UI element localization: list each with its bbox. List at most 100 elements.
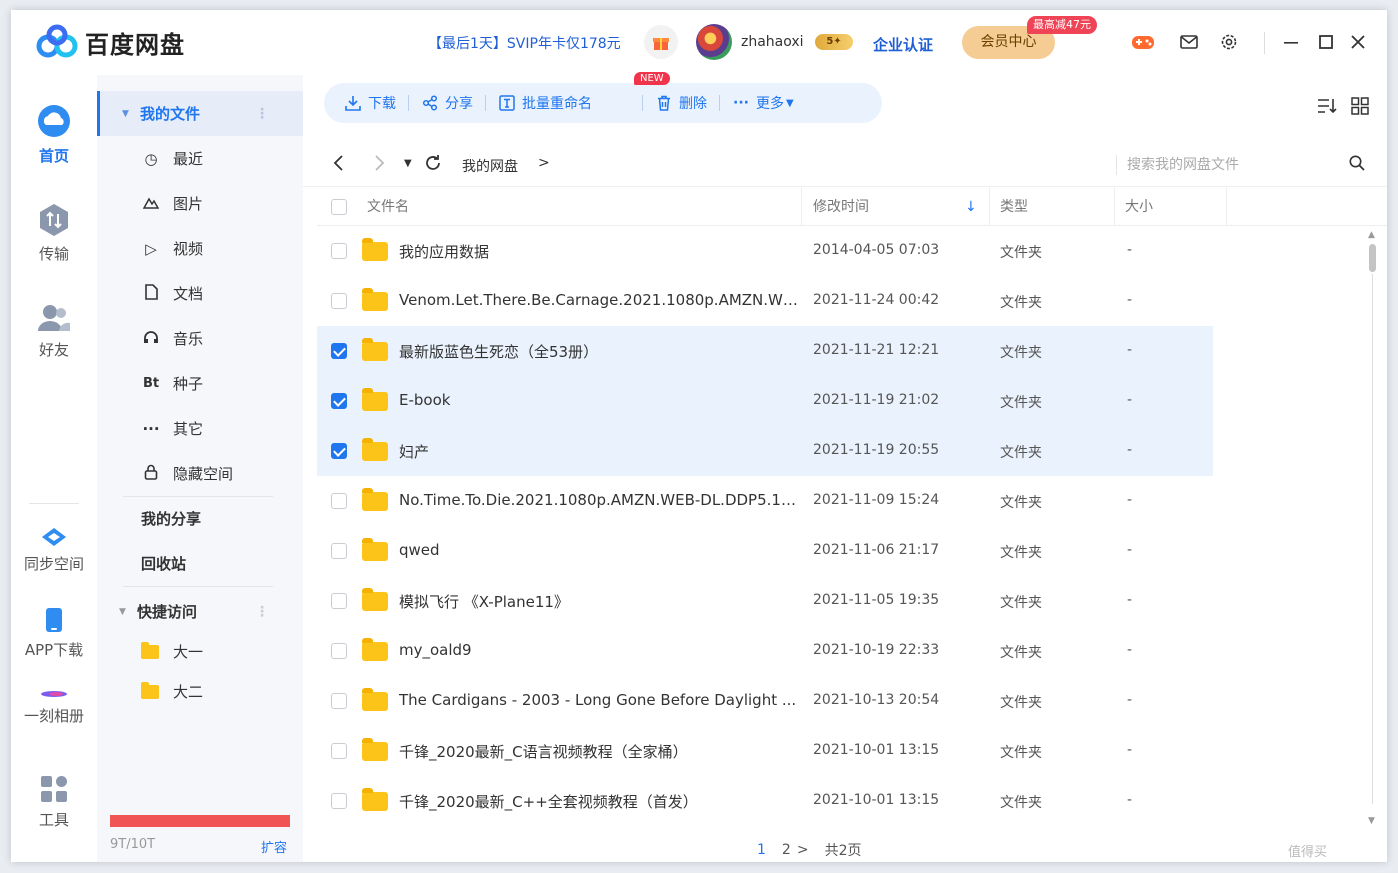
close-icon[interactable]: [1346, 30, 1370, 54]
column-divider[interactable]: [989, 188, 990, 226]
next-page-chevron-icon[interactable]: >: [797, 842, 809, 858]
row-checkbox[interactable]: [331, 793, 347, 809]
scrollbar[interactable]: ▲ ▼: [1365, 230, 1379, 826]
table-row[interactable]: 千锋_2020最新_C++全套视频教程（首发） 2021-10-01 13:15 文…: [317, 776, 1363, 826]
table-row[interactable]: 最新版蓝色生死恋（全53册） 2021-11-21 12:21 文件夹 -: [317, 326, 1213, 376]
search-input[interactable]: [1127, 152, 1337, 178]
sidebar-item-docs[interactable]: 文档: [97, 271, 303, 316]
file-name[interactable]: E-book: [399, 391, 799, 409]
sidebar-recycle-bin[interactable]: 回收站: [97, 541, 303, 586]
scroll-down-icon[interactable]: ▼: [1368, 816, 1375, 826]
page-2-link[interactable]: 2: [782, 842, 791, 858]
file-name[interactable]: No.Time.To.Die.2021.1080p.AMZN.WEB-DL.DD…: [399, 491, 799, 509]
settings-gear-icon[interactable]: [1217, 30, 1241, 54]
sidebar-quick-item[interactable]: 大一: [97, 629, 303, 674]
scroll-up-icon[interactable]: ▲: [1368, 230, 1375, 240]
column-divider[interactable]: [1226, 188, 1227, 226]
select-all-checkbox[interactable]: [331, 199, 347, 215]
sidebar-item-videos[interactable]: ▷ 视频: [97, 226, 303, 271]
forward-arrow-icon[interactable]: [373, 154, 385, 177]
sidebar-item-hidden-space[interactable]: 隐藏空间: [97, 451, 303, 496]
sidebar-quick-access[interactable]: ▼ 快捷访问 ⋮: [97, 589, 303, 634]
batch-rename-button[interactable]: 批量重命名: [498, 83, 592, 123]
file-name[interactable]: 最新版蓝色生死恋（全53册）: [399, 341, 799, 362]
header-modified[interactable]: 修改时间: [813, 188, 869, 226]
row-checkbox[interactable]: [331, 593, 347, 609]
table-row[interactable]: Venom.Let.There.Be.Carnage.2021.1080p.AM…: [317, 276, 1363, 326]
breadcrumb[interactable]: 我的网盘: [462, 156, 518, 176]
delete-button[interactable]: 删除: [655, 83, 707, 123]
row-checkbox[interactable]: [331, 493, 347, 509]
table-row[interactable]: E-book 2021-11-19 21:02 文件夹 -: [317, 376, 1213, 426]
file-name[interactable]: my_oald9: [399, 641, 799, 659]
sidebar-item-recent[interactable]: ◷ 最近: [97, 136, 303, 181]
table-row[interactable]: 模拟飞行 《X-Plane11》 2021-11-05 19:35 文件夹 -: [317, 576, 1363, 626]
table-row[interactable]: 千锋_2020最新_C语言视频教程（全家桶） 2021-10-01 13:15 文件…: [317, 726, 1363, 776]
table-row[interactable]: qwed 2021-11-06 21:17 文件夹 -: [317, 526, 1363, 576]
row-checkbox[interactable]: [331, 743, 347, 759]
sidebar-my-share[interactable]: 我的分享: [97, 496, 303, 541]
file-name[interactable]: 妇产: [399, 441, 799, 462]
header-name[interactable]: 文件名: [367, 188, 409, 226]
column-divider[interactable]: [801, 188, 802, 226]
nav-home[interactable]: 首页: [11, 103, 97, 166]
page-1-link[interactable]: 1: [757, 842, 766, 858]
row-checkbox[interactable]: [331, 243, 347, 259]
back-arrow-icon[interactable]: [333, 154, 345, 177]
sidebar-item-other[interactable]: ··· 其它: [97, 406, 303, 451]
more-button[interactable]: ··· 更多 ▼: [732, 83, 794, 123]
share-button[interactable]: 分享: [421, 83, 473, 123]
more-dots-icon[interactable]: ⋮: [255, 106, 269, 122]
nav-friends[interactable]: 好友: [11, 303, 97, 360]
table-row[interactable]: No.Time.To.Die.2021.1080p.AMZN.WEB-DL.DD…: [317, 476, 1363, 526]
nav-photo-album[interactable]: 一刻相册: [11, 689, 97, 726]
file-name[interactable]: The Cardigans - 2003 - Long Gone Before …: [399, 691, 799, 709]
sidebar-item-images[interactable]: 图片: [97, 181, 303, 226]
expand-storage-link[interactable]: 扩容: [261, 837, 287, 856]
refresh-icon[interactable]: [424, 154, 442, 177]
minimize-icon[interactable]: [1279, 30, 1303, 54]
nav-app-download[interactable]: APP下载: [11, 607, 97, 660]
row-checkbox[interactable]: [331, 293, 347, 309]
file-name[interactable]: 千锋_2020最新_C++全套视频教程（首发）: [399, 791, 799, 812]
header-size[interactable]: 大小: [1125, 188, 1153, 226]
file-name[interactable]: Venom.Let.There.Be.Carnage.2021.1080p.AM…: [399, 291, 799, 309]
app-logo[interactable]: 百度网盘: [35, 24, 185, 60]
table-row[interactable]: 我的应用数据 2014-04-05 07:03 文件夹 -: [317, 226, 1363, 276]
row-checkbox[interactable]: [331, 693, 347, 709]
nav-tools[interactable]: 工具: [11, 775, 97, 830]
sort-list-icon[interactable]: [1317, 97, 1337, 120]
row-checkbox[interactable]: [331, 643, 347, 659]
header-type[interactable]: 类型: [1000, 188, 1028, 226]
gift-icon[interactable]: [644, 25, 678, 59]
table-row[interactable]: my_oald9 2021-10-19 22:33 文件夹 -: [317, 626, 1363, 676]
sort-desc-icon[interactable]: ↓: [965, 188, 977, 226]
row-checkbox[interactable]: [331, 543, 347, 559]
username[interactable]: zhahaoxi: [741, 34, 804, 50]
nav-sync-space[interactable]: 同步空间: [11, 527, 97, 574]
row-checkbox[interactable]: [331, 393, 347, 409]
file-name[interactable]: 模拟飞行 《X-Plane11》: [399, 591, 799, 612]
game-icon[interactable]: [1131, 30, 1155, 54]
avatar[interactable]: [696, 24, 732, 60]
row-checkbox[interactable]: [331, 343, 347, 359]
table-row[interactable]: 妇产 2021-11-19 20:55 文件夹 -: [317, 426, 1213, 476]
file-name[interactable]: 千锋_2020最新_C语言视频教程（全家桶）: [399, 741, 799, 762]
row-checkbox[interactable]: [331, 443, 347, 459]
table-row[interactable]: The Cardigans - 2003 - Long Gone Before …: [317, 676, 1363, 726]
scrollbar-track[interactable]: [1372, 274, 1373, 804]
file-name[interactable]: 我的应用数据: [399, 241, 799, 262]
history-dropdown-icon[interactable]: ▼: [404, 158, 412, 169]
sidebar-item-torrents[interactable]: Bt 种子: [97, 361, 303, 406]
enterprise-verify-link[interactable]: 企业认证: [873, 34, 933, 55]
more-dots-icon[interactable]: ⋮: [255, 604, 269, 620]
column-divider[interactable]: [1114, 188, 1115, 226]
sidebar-item-music[interactable]: 音乐: [97, 316, 303, 361]
file-name[interactable]: qwed: [399, 541, 799, 559]
scrollbar-thumb[interactable]: [1369, 244, 1376, 272]
grid-view-icon[interactable]: [1351, 97, 1369, 120]
search-icon[interactable]: [1349, 155, 1365, 175]
maximize-icon[interactable]: [1314, 30, 1338, 54]
sidebar-my-files[interactable]: ▼ 我的文件 ⋮: [97, 91, 303, 136]
breadcrumb-chevron-icon[interactable]: >: [538, 155, 550, 171]
